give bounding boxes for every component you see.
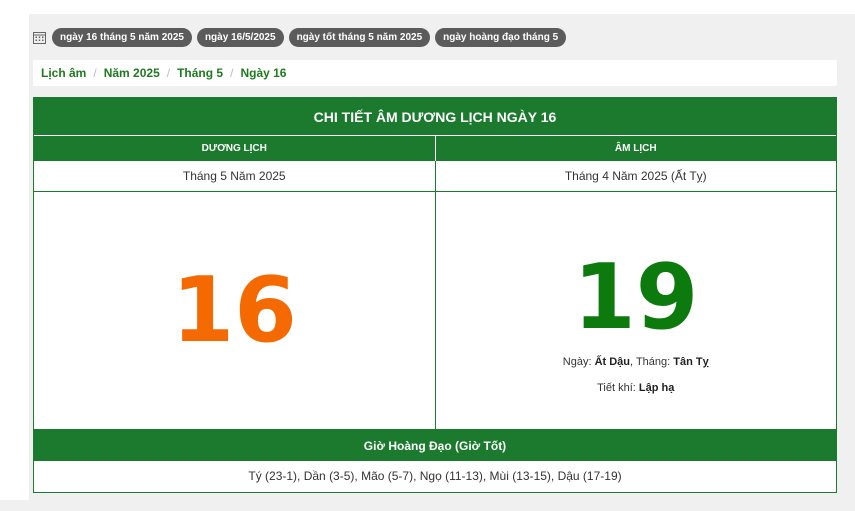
can-chi-info: Ngày: Ất Dậu, Tháng: Tân Tỵ: [563, 356, 709, 368]
tag-link[interactable]: ngày 16 tháng 5 năm 2025: [52, 28, 192, 47]
breadcrumb-lich-am[interactable]: Lịch âm: [41, 66, 86, 80]
tiet-khi-label: Tiết khí:: [597, 382, 636, 394]
breadcrumb-separator: /: [166, 66, 171, 80]
calendar-icon: [33, 32, 46, 44]
breadcrumb: Lịch âm / Năm 2025 / Tháng 5 / Ngày 16: [33, 60, 837, 86]
breadcrumb-month[interactable]: Tháng 5: [177, 66, 223, 80]
tiet-khi-value: Lập hạ: [638, 382, 675, 394]
gio-hoang-dao-list: Tý (23-1), Dần (3-5), Mão (5-7), Ngọ (11…: [248, 469, 622, 483]
content-panel: ngày 16 tháng 5 năm 2025 ngày 16/5/2025 …: [29, 14, 855, 500]
lunar-day-cell: 19 Ngày: Ất Dậu, Tháng: Tân Tỵ Tiết khí:…: [436, 192, 837, 429]
tag-link[interactable]: ngày 16/5/2025: [196, 28, 284, 47]
breadcrumb-separator: /: [230, 66, 234, 80]
solar-header: DƯƠNG LỊCH: [34, 136, 436, 161]
lunar-month: Tháng 4 Năm 2025 (Ất Tỵ): [435, 161, 836, 192]
day-label: Ngày:: [562, 356, 592, 368]
tag-link[interactable]: ngày tốt tháng 5 năm 2025: [288, 28, 431, 47]
bottom-strip: [0, 500, 855, 511]
tag-link[interactable]: ngày hoàng đạo tháng 5: [435, 28, 567, 47]
day-can-chi: Ất Dậu: [594, 356, 631, 368]
month-can-chi: Tân Tỵ: [673, 356, 709, 368]
breadcrumb-day[interactable]: Ngày 16: [240, 66, 286, 80]
month-label: , Tháng:: [630, 356, 671, 368]
solar-day-number: 16: [171, 258, 297, 363]
breadcrumb-year[interactable]: Năm 2025: [104, 66, 160, 80]
tiet-khi-info: Tiết khí: Lập hạ: [597, 382, 674, 394]
breadcrumb-separator: /: [93, 66, 97, 80]
solar-month: Tháng 5 Năm 2025: [34, 161, 436, 192]
tag-bar: ngày 16 tháng 5 năm 2025 ngày 16/5/2025 …: [33, 28, 571, 47]
card-title: CHI TIẾT ÂM DƯƠNG LỊCH NGÀY 16: [34, 98, 836, 136]
lunar-day-number: 19: [573, 245, 699, 350]
calendar-detail-card: CHI TIẾT ÂM DƯƠNG LỊCH NGÀY 16 DƯƠNG LỊC…: [33, 97, 837, 493]
gio-hoang-dao-title: Giờ Hoàng Đạo (Giờ Tốt): [34, 430, 836, 461]
solar-day-cell: 16: [34, 192, 436, 429]
lunar-header: ÂM LỊCH: [435, 136, 836, 161]
